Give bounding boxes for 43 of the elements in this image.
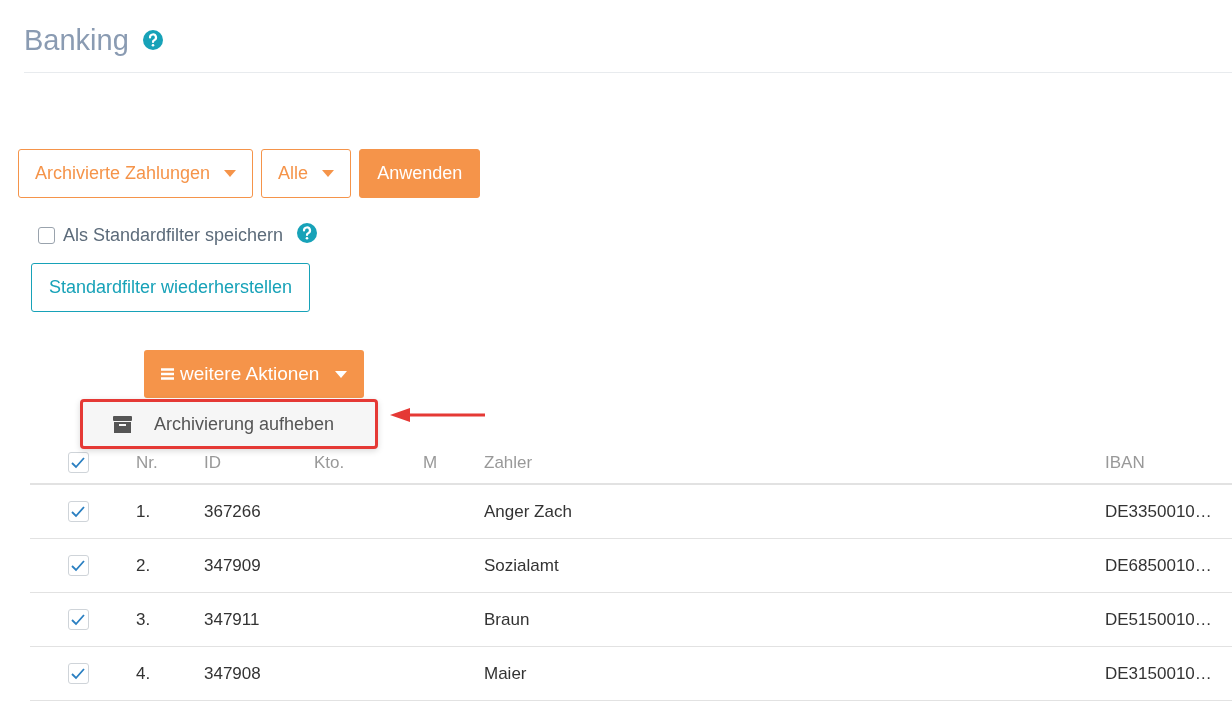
checkbox[interactable] — [67, 663, 89, 684]
table-cell-text: DE3350010… — [1104, 500, 1213, 523]
page-title: Banking — [24, 23, 129, 57]
caret-icon — [224, 170, 237, 177]
table-cell-text: 4. — [135, 662, 152, 685]
apply-button[interactable]: Anwenden — [359, 149, 481, 198]
table-cell-text: 1. — [135, 500, 152, 523]
filter-dropdown[interactable]: Archivierte Zahlungen — [18, 149, 254, 198]
table-cell-text: 367266 — [203, 500, 262, 523]
column-header: Zahler — [483, 451, 534, 474]
table-cell-text: 2. — [135, 554, 152, 577]
table-cell-text: 347908 — [203, 662, 262, 685]
table-cell-text: DE3150010… — [1104, 662, 1213, 685]
table-cell-text: Maier — [483, 662, 528, 685]
table-cell-text: Braun — [483, 608, 531, 631]
menu-icon — [161, 368, 174, 380]
archive-box-icon — [113, 415, 132, 433]
checkbox[interactable] — [38, 227, 55, 244]
column-header: M — [422, 451, 439, 474]
caret-icon — [322, 170, 335, 177]
table-cell-text: DE5150010… — [1104, 608, 1213, 631]
menu-item[interactable]: Archivierung aufheben — [80, 399, 378, 449]
restore-defaults-button[interactable]: Standardfilter wiederherstellen — [31, 263, 311, 312]
caret-icon — [335, 370, 348, 378]
more-actions-button[interactable]: weitere Aktionen — [144, 350, 365, 398]
help-icon[interactable] — [297, 222, 318, 243]
filter-dropdown[interactable]: Alle — [261, 149, 352, 198]
column-header: Kto. — [313, 451, 346, 474]
table-cell-text: Sozialamt — [483, 554, 560, 577]
column-header: IBAN — [1104, 451, 1146, 474]
checkbox[interactable] — [67, 609, 89, 630]
column-header: ID — [203, 451, 222, 474]
column-header: Nr. — [135, 451, 159, 474]
table-cell-text: 347909 — [203, 554, 262, 577]
checkbox-label: Als Standardfilter speichern — [63, 225, 284, 246]
checkbox[interactable] — [67, 555, 89, 576]
table-cell-text: 347911 — [203, 608, 261, 631]
table-cell-text: Anger Zach — [483, 500, 573, 523]
table-cell-text: 3. — [135, 608, 152, 631]
table-cell-text: DE6850010… — [1104, 554, 1213, 577]
help-icon[interactable] — [142, 30, 163, 50]
checkbox[interactable] — [67, 452, 89, 473]
checkbox[interactable] — [67, 501, 89, 522]
